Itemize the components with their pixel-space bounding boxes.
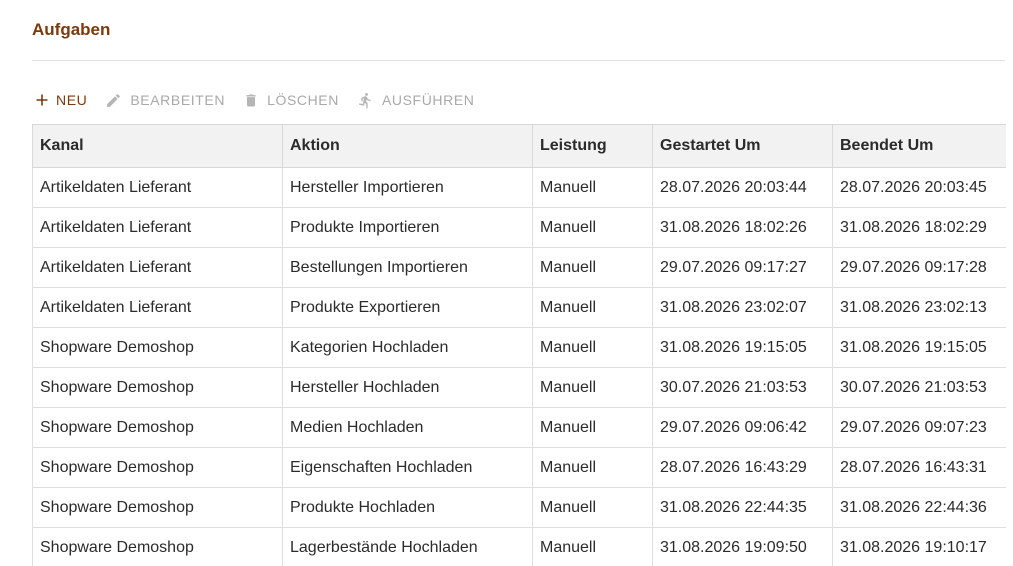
cell-gestartet-um: 31.08.2026 19:15:05 [652,327,833,368]
cell-beendet-um: 29.07.2026 09:07:23 [832,407,1006,448]
cell-leistung: Manuell [532,287,653,328]
column-header-beendet-um[interactable]: Beendet Um [832,124,1006,168]
cell-leistung: Manuell [532,367,653,408]
running-person-icon [357,91,374,110]
cell-kanal: Shopware Demoshop [32,447,283,488]
cell-aktion: Lagerbestände Hochladen [282,527,533,566]
delete-button-label: LÖSCHEN [267,92,339,108]
cell-beendet-um: 31.08.2026 19:10:17 [832,527,1006,566]
cell-leistung: Manuell [532,207,653,248]
cell-gestartet-um: 31.08.2026 23:02:07 [652,287,833,328]
cell-kanal: Artikeldaten Lieferant [32,207,283,248]
cell-beendet-um: 28.07.2026 16:43:31 [832,447,1006,488]
cell-kanal: Shopware Demoshop [32,327,283,368]
new-button[interactable]: NEU [36,92,87,108]
cell-aktion: Kategorien Hochladen [282,327,533,368]
cell-leistung: Manuell [532,407,653,448]
cell-gestartet-um: 31.08.2026 18:02:26 [652,207,833,248]
edit-button[interactable]: BEARBEITEN [105,92,225,109]
table-row[interactable]: Shopware Demoshop Eigenschaften Hochladen… [32,447,1006,488]
cell-gestartet-um: 28.07.2026 16:43:29 [652,447,833,488]
cell-gestartet-um: 29.07.2026 09:17:27 [652,247,833,288]
cell-beendet-um: 31.08.2026 18:02:29 [832,207,1006,248]
run-button[interactable]: AUSFÜHREN [357,91,475,110]
cell-aktion: Bestellungen Importieren [282,247,533,288]
table-row[interactable]: Shopware Demoshop Hersteller Hochladen Man… [32,367,1006,408]
cell-kanal: Shopware Demoshop [32,367,283,408]
cell-beendet-um: 28.07.2026 20:03:45 [832,167,1006,208]
pencil-icon [105,92,122,109]
cell-aktion: Eigenschaften Hochladen [282,447,533,488]
cell-gestartet-um: 31.08.2026 22:44:35 [652,487,833,528]
cell-leistung: Manuell [532,487,653,528]
title-divider [32,60,1005,61]
trash-icon [243,92,259,109]
cell-kanal: Artikeldaten Lieferant [32,247,283,288]
cell-beendet-um: 31.08.2026 23:02:13 [832,287,1006,328]
cell-gestartet-um: 31.08.2026 19:09:50 [652,527,833,566]
cell-aktion: Produkte Importieren [282,207,533,248]
cell-aktion: Hersteller Importieren [282,167,533,208]
column-header-aktion[interactable]: Aktion [282,124,533,168]
cell-gestartet-um: 28.07.2026 20:03:44 [652,167,833,208]
table-header-row: Kanal Aktion Leistung Gestartet Um Beend… [32,124,1006,168]
new-button-label: NEU [56,92,88,108]
table-row[interactable]: Artikeldaten Lieferant Bestellungen Impor… [32,247,1006,288]
table-row[interactable]: Shopware Demoshop Produkte Hochladen Manue… [32,487,1006,528]
cell-kanal: Artikeldaten Lieferant [32,287,283,328]
cell-aktion: Medien Hochladen [282,407,533,448]
run-button-label: AUSFÜHREN [381,92,475,108]
cell-beendet-um: 31.08.2026 19:15:05 [832,327,1006,368]
cell-aktion: Produkte Exportieren [282,287,533,328]
cell-gestartet-um: 30.07.2026 21:03:53 [652,367,833,408]
toolbar: NEU BEARBEITEN LÖSCHEN AUSFÜHREN [36,88,492,112]
cell-leistung: Manuell [532,327,653,368]
cell-aktion: Produkte Hochladen [282,487,533,528]
cell-leistung: Manuell [532,167,653,208]
cell-beendet-um: 31.08.2026 22:44:36 [832,487,1006,528]
tasks-grid: Kanal Aktion Leistung Gestartet Um Beend… [32,124,1006,566]
delete-button[interactable]: LÖSCHEN [243,92,339,109]
tasks-table: Kanal Aktion Leistung Gestartet Um Beend… [32,124,1006,566]
cell-beendet-um: 30.07.2026 21:03:53 [832,367,1006,408]
cell-kanal: Shopware Demoshop [32,487,283,528]
table-row[interactable]: Shopware Demoshop Lagerbestände Hochladen… [32,527,1006,566]
cell-leistung: Manuell [532,527,653,566]
cell-gestartet-um: 29.07.2026 09:06:42 [652,407,833,448]
column-header-kanal[interactable]: Kanal [32,124,283,168]
table-row[interactable]: Artikeldaten Lieferant Produkte Exportier… [32,287,1006,328]
page-title: Aufgaben [32,20,111,39]
cell-beendet-um: 29.07.2026 09:17:28 [832,247,1006,288]
cell-leistung: Manuell [532,247,653,288]
cell-kanal: Shopware Demoshop [32,527,283,566]
column-header-gestartet-um[interactable]: Gestartet Um [652,124,833,168]
cell-leistung: Manuell [532,447,653,488]
table-row[interactable]: Shopware Demoshop Medien Hochladen Manuell… [32,407,1006,448]
table-row[interactable]: Shopware Demoshop Kategorien Hochladen Man… [32,327,1006,368]
table-row[interactable]: Artikeldaten Lieferant Hersteller Importi… [32,167,1006,208]
cell-kanal: Artikeldaten Lieferant [32,167,283,208]
plus-icon [36,94,48,106]
edit-button-label: BEARBEITEN [130,92,226,108]
table-row[interactable]: Artikeldaten Lieferant Produkte Importier… [32,207,1006,248]
cell-aktion: Hersteller Hochladen [282,367,533,408]
cell-kanal: Shopware Demoshop [32,407,283,448]
column-header-leistung[interactable]: Leistung [532,124,653,168]
